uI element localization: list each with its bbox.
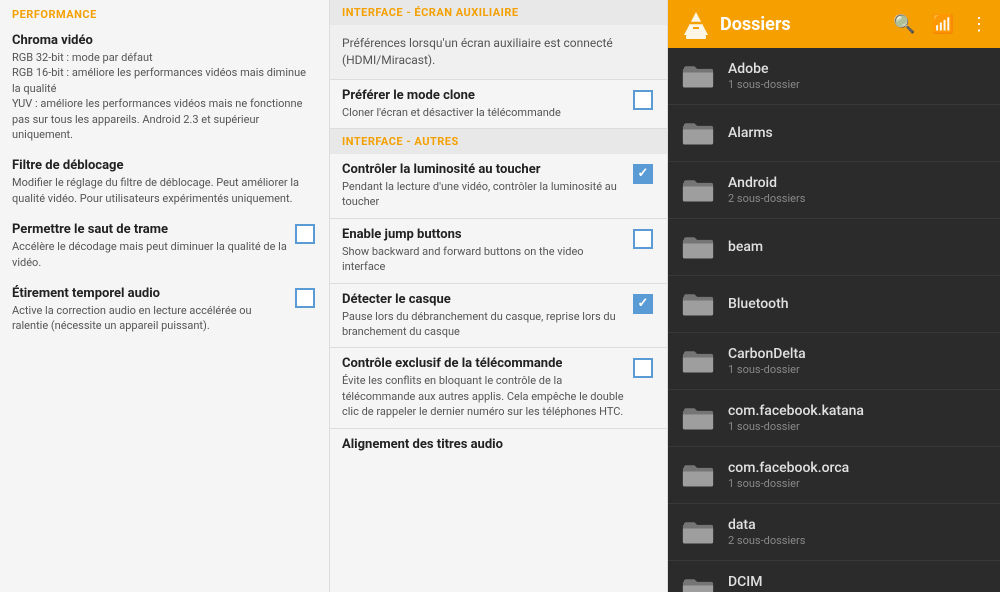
folder-item-bluetooth[interactable]: Bluetooth xyxy=(668,276,1000,333)
interface-checkbox-3[interactable] xyxy=(633,358,655,380)
folder-item-alarms[interactable]: Alarms xyxy=(668,105,1000,162)
perf-title-1: Filtre de déblocage xyxy=(12,158,317,173)
interface-autres-header: INTERFACE - AUTRES xyxy=(330,129,667,154)
interface-desc-2: Pause lors du débranchement du casque, r… xyxy=(342,309,625,340)
dossiers-header: Dossiers 🔍 📶 ⋮ xyxy=(668,0,1000,48)
folder-sub-6: 1 sous-dossier xyxy=(728,420,988,433)
interface-title-0: Contrôler la luminosité au toucher xyxy=(342,162,625,177)
folder-icon-9 xyxy=(680,571,716,592)
interface-item-2[interactable]: Détecter le casque Pause lors du débranc… xyxy=(330,284,667,348)
folder-sub-7: 1 sous-dossier xyxy=(728,477,988,490)
interface-title-3: Contrôle exclusif de la télécommande xyxy=(342,356,625,371)
perf-item-3[interactable]: Étirement temporel audio Active la corre… xyxy=(0,278,329,342)
folder-item-beam[interactable]: beam xyxy=(668,219,1000,276)
folder-item-dcim[interactable]: DCIM 4 sous-dossiers xyxy=(668,561,1000,592)
perf-checkbox-3[interactable] xyxy=(295,288,317,310)
folder-name-1: Alarms xyxy=(728,125,988,141)
search-icon[interactable]: 🔍 xyxy=(893,14,915,35)
cast-icon[interactable]: 📶 xyxy=(932,14,954,35)
interface-desc-3: Évite les conflits en bloquant le contrô… xyxy=(342,373,625,419)
folder-name-4: Bluetooth xyxy=(728,296,988,312)
folder-icon-1 xyxy=(680,115,716,151)
interface-desc-0: Pendant la lecture d'une vidéo, contrôle… xyxy=(342,179,625,210)
folder-item-android[interactable]: Android 2 sous-dossiers xyxy=(668,162,1000,219)
folder-info-4: Bluetooth xyxy=(728,296,988,312)
folder-icon-8 xyxy=(680,514,716,550)
folder-item-carbondelta[interactable]: CarbonDelta 1 sous-dossier xyxy=(668,333,1000,390)
folder-list: Adobe 1 sous-dossier Alarms Android 2 so… xyxy=(668,48,1000,592)
perf-desc-2: Accélère le décodage mais peut diminuer … xyxy=(12,239,287,270)
interface-item-4[interactable]: Alignement des titres audio xyxy=(330,429,667,462)
perf-desc-3: Active la correction audio en lecture ac… xyxy=(12,303,287,334)
clone-mode-desc: Cloner l'écran et désactiver la télécomm… xyxy=(342,105,625,120)
dossiers-title: Dossiers xyxy=(720,14,885,35)
folder-item-adobe[interactable]: Adobe 1 sous-dossier xyxy=(668,48,1000,105)
folder-item-com-facebook-katana[interactable]: com.facebook.katana 1 sous-dossier xyxy=(668,390,1000,447)
interface-title-1: Enable jump buttons xyxy=(342,227,625,242)
interface-panel: INTERFACE - ÉCRAN AUXILIAIRE Préférences… xyxy=(330,0,668,592)
folder-name-9: DCIM xyxy=(728,574,988,590)
perf-desc-1: Modifier le réglage du filtre de débloca… xyxy=(12,175,317,206)
perf-title-2: Permettre le saut de trame xyxy=(12,222,287,237)
folder-info-1: Alarms xyxy=(728,125,988,141)
more-icon[interactable]: ⋮ xyxy=(970,14,988,35)
folder-info-0: Adobe 1 sous-dossier xyxy=(728,61,988,91)
perf-title-3: Étirement temporel audio xyxy=(12,286,287,301)
interface-title-2: Détecter le casque xyxy=(342,292,625,307)
perf-item-0: Chroma vidéo RGB 32-bit : mode par défau… xyxy=(0,25,329,150)
folder-name-7: com.facebook.orca xyxy=(728,460,988,476)
folder-icon-3 xyxy=(680,229,716,265)
folder-name-0: Adobe xyxy=(728,61,988,77)
clone-mode-title: Préférer le mode clone xyxy=(342,88,625,103)
folder-name-3: beam xyxy=(728,239,988,255)
folder-info-8: data 2 sous-dossiers xyxy=(728,517,988,547)
folder-sub-8: 2 sous-dossiers xyxy=(728,534,988,547)
interface-item-0[interactable]: Contrôler la luminosité au toucher Penda… xyxy=(330,154,667,218)
folder-icon-5 xyxy=(680,343,716,379)
folder-info-5: CarbonDelta 1 sous-dossier xyxy=(728,346,988,376)
interface-intro: Préférences lorsqu'un écran auxiliaire e… xyxy=(330,25,667,80)
interface-item-1[interactable]: Enable jump buttons Show backward and fo… xyxy=(330,219,667,283)
folder-icon-2 xyxy=(680,172,716,208)
folder-sub-5: 1 sous-dossier xyxy=(728,363,988,376)
perf-checkbox-2[interactable] xyxy=(295,224,317,246)
header-actions: 🔍 📶 ⋮ xyxy=(893,14,988,35)
performance-header: PERFORMANCE xyxy=(0,0,329,25)
perf-title-0: Chroma vidéo xyxy=(12,33,317,48)
interface-desc-1: Show backward and forward buttons on the… xyxy=(342,244,625,275)
folder-item-data[interactable]: data 2 sous-dossiers xyxy=(668,504,1000,561)
folder-info-9: DCIM 4 sous-dossiers xyxy=(728,574,988,592)
clone-mode-item[interactable]: Préférer le mode clone Cloner l'écran et… xyxy=(330,80,667,128)
folder-icon-0 xyxy=(680,58,716,94)
interface-checkbox-0[interactable] xyxy=(633,164,655,186)
folder-info-7: com.facebook.orca 1 sous-dossier xyxy=(728,460,988,490)
vlc-logo xyxy=(680,8,712,40)
interface-item-3[interactable]: Contrôle exclusif de la télécommande Évi… xyxy=(330,348,667,427)
folder-sub-0: 1 sous-dossier xyxy=(728,78,988,91)
folder-icon-6 xyxy=(680,400,716,436)
interface-checkbox-2[interactable] xyxy=(633,294,655,316)
perf-desc-0: RGB 32-bit : mode par défautRGB 16-bit :… xyxy=(12,50,317,142)
folder-info-3: beam xyxy=(728,239,988,255)
folder-info-2: Android 2 sous-dossiers xyxy=(728,175,988,205)
folder-icon-4 xyxy=(680,286,716,322)
clone-mode-checkbox[interactable] xyxy=(633,90,655,112)
folder-name-8: data xyxy=(728,517,988,533)
interface-title-4: Alignement des titres audio xyxy=(342,437,655,452)
dossiers-panel: Dossiers 🔍 📶 ⋮ Adobe 1 sous-dossier Alar… xyxy=(668,0,1000,592)
folder-item-com-facebook-orca[interactable]: com.facebook.orca 1 sous-dossier xyxy=(668,447,1000,504)
folder-sub-2: 2 sous-dossiers xyxy=(728,192,988,205)
perf-item-1: Filtre de déblocage Modifier le réglage … xyxy=(0,150,329,214)
perf-item-2[interactable]: Permettre le saut de trame Accélère le d… xyxy=(0,214,329,278)
folder-name-6: com.facebook.katana xyxy=(728,403,988,419)
folder-name-2: Android xyxy=(728,175,988,191)
folder-info-6: com.facebook.katana 1 sous-dossier xyxy=(728,403,988,433)
folder-icon-7 xyxy=(680,457,716,493)
folder-name-5: CarbonDelta xyxy=(728,346,988,362)
interface-ecran-header: INTERFACE - ÉCRAN AUXILIAIRE xyxy=(330,0,667,25)
interface-checkbox-1[interactable] xyxy=(633,229,655,251)
performance-panel: PERFORMANCE Chroma vidéo RGB 32-bit : mo… xyxy=(0,0,330,592)
